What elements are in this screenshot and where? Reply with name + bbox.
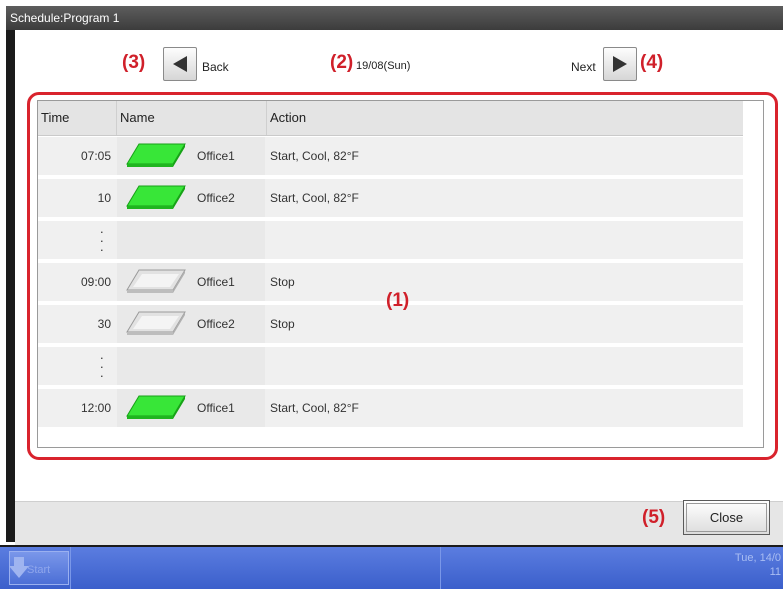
arrow-left-icon (173, 56, 187, 72)
callout-back: (3) (122, 52, 146, 73)
next-label: Next (571, 60, 596, 74)
taskbar: Start Tue, 14/0 11 (0, 545, 783, 589)
list-highlight-outline (27, 92, 778, 460)
taskbar-slot[interactable] (440, 547, 701, 589)
callout-date: (2) (330, 52, 354, 73)
next-button[interactable] (603, 47, 637, 81)
close-button-frame (686, 503, 767, 532)
clock: Tue, 14/0 11 (735, 551, 781, 579)
back-label: Back (202, 60, 229, 74)
clock-date: Tue, 14/0 (734, 552, 781, 564)
arrow-right-icon (613, 56, 627, 72)
clock-time: 11 (769, 566, 781, 578)
taskbar-slot[interactable] (70, 547, 441, 589)
start-label: Start (27, 564, 51, 576)
close-button[interactable]: Close (683, 500, 770, 535)
callout-close: (5) (642, 507, 666, 528)
window-footer (15, 501, 783, 547)
back-button[interactable] (163, 47, 197, 81)
start-button[interactable]: Start (9, 551, 69, 585)
callout-next: (4) (640, 52, 664, 73)
window-title: Schedule:Program 1 (6, 6, 783, 30)
callout-list: (1) (386, 290, 410, 311)
schedule-date: 19/08(Sun) (356, 60, 411, 72)
